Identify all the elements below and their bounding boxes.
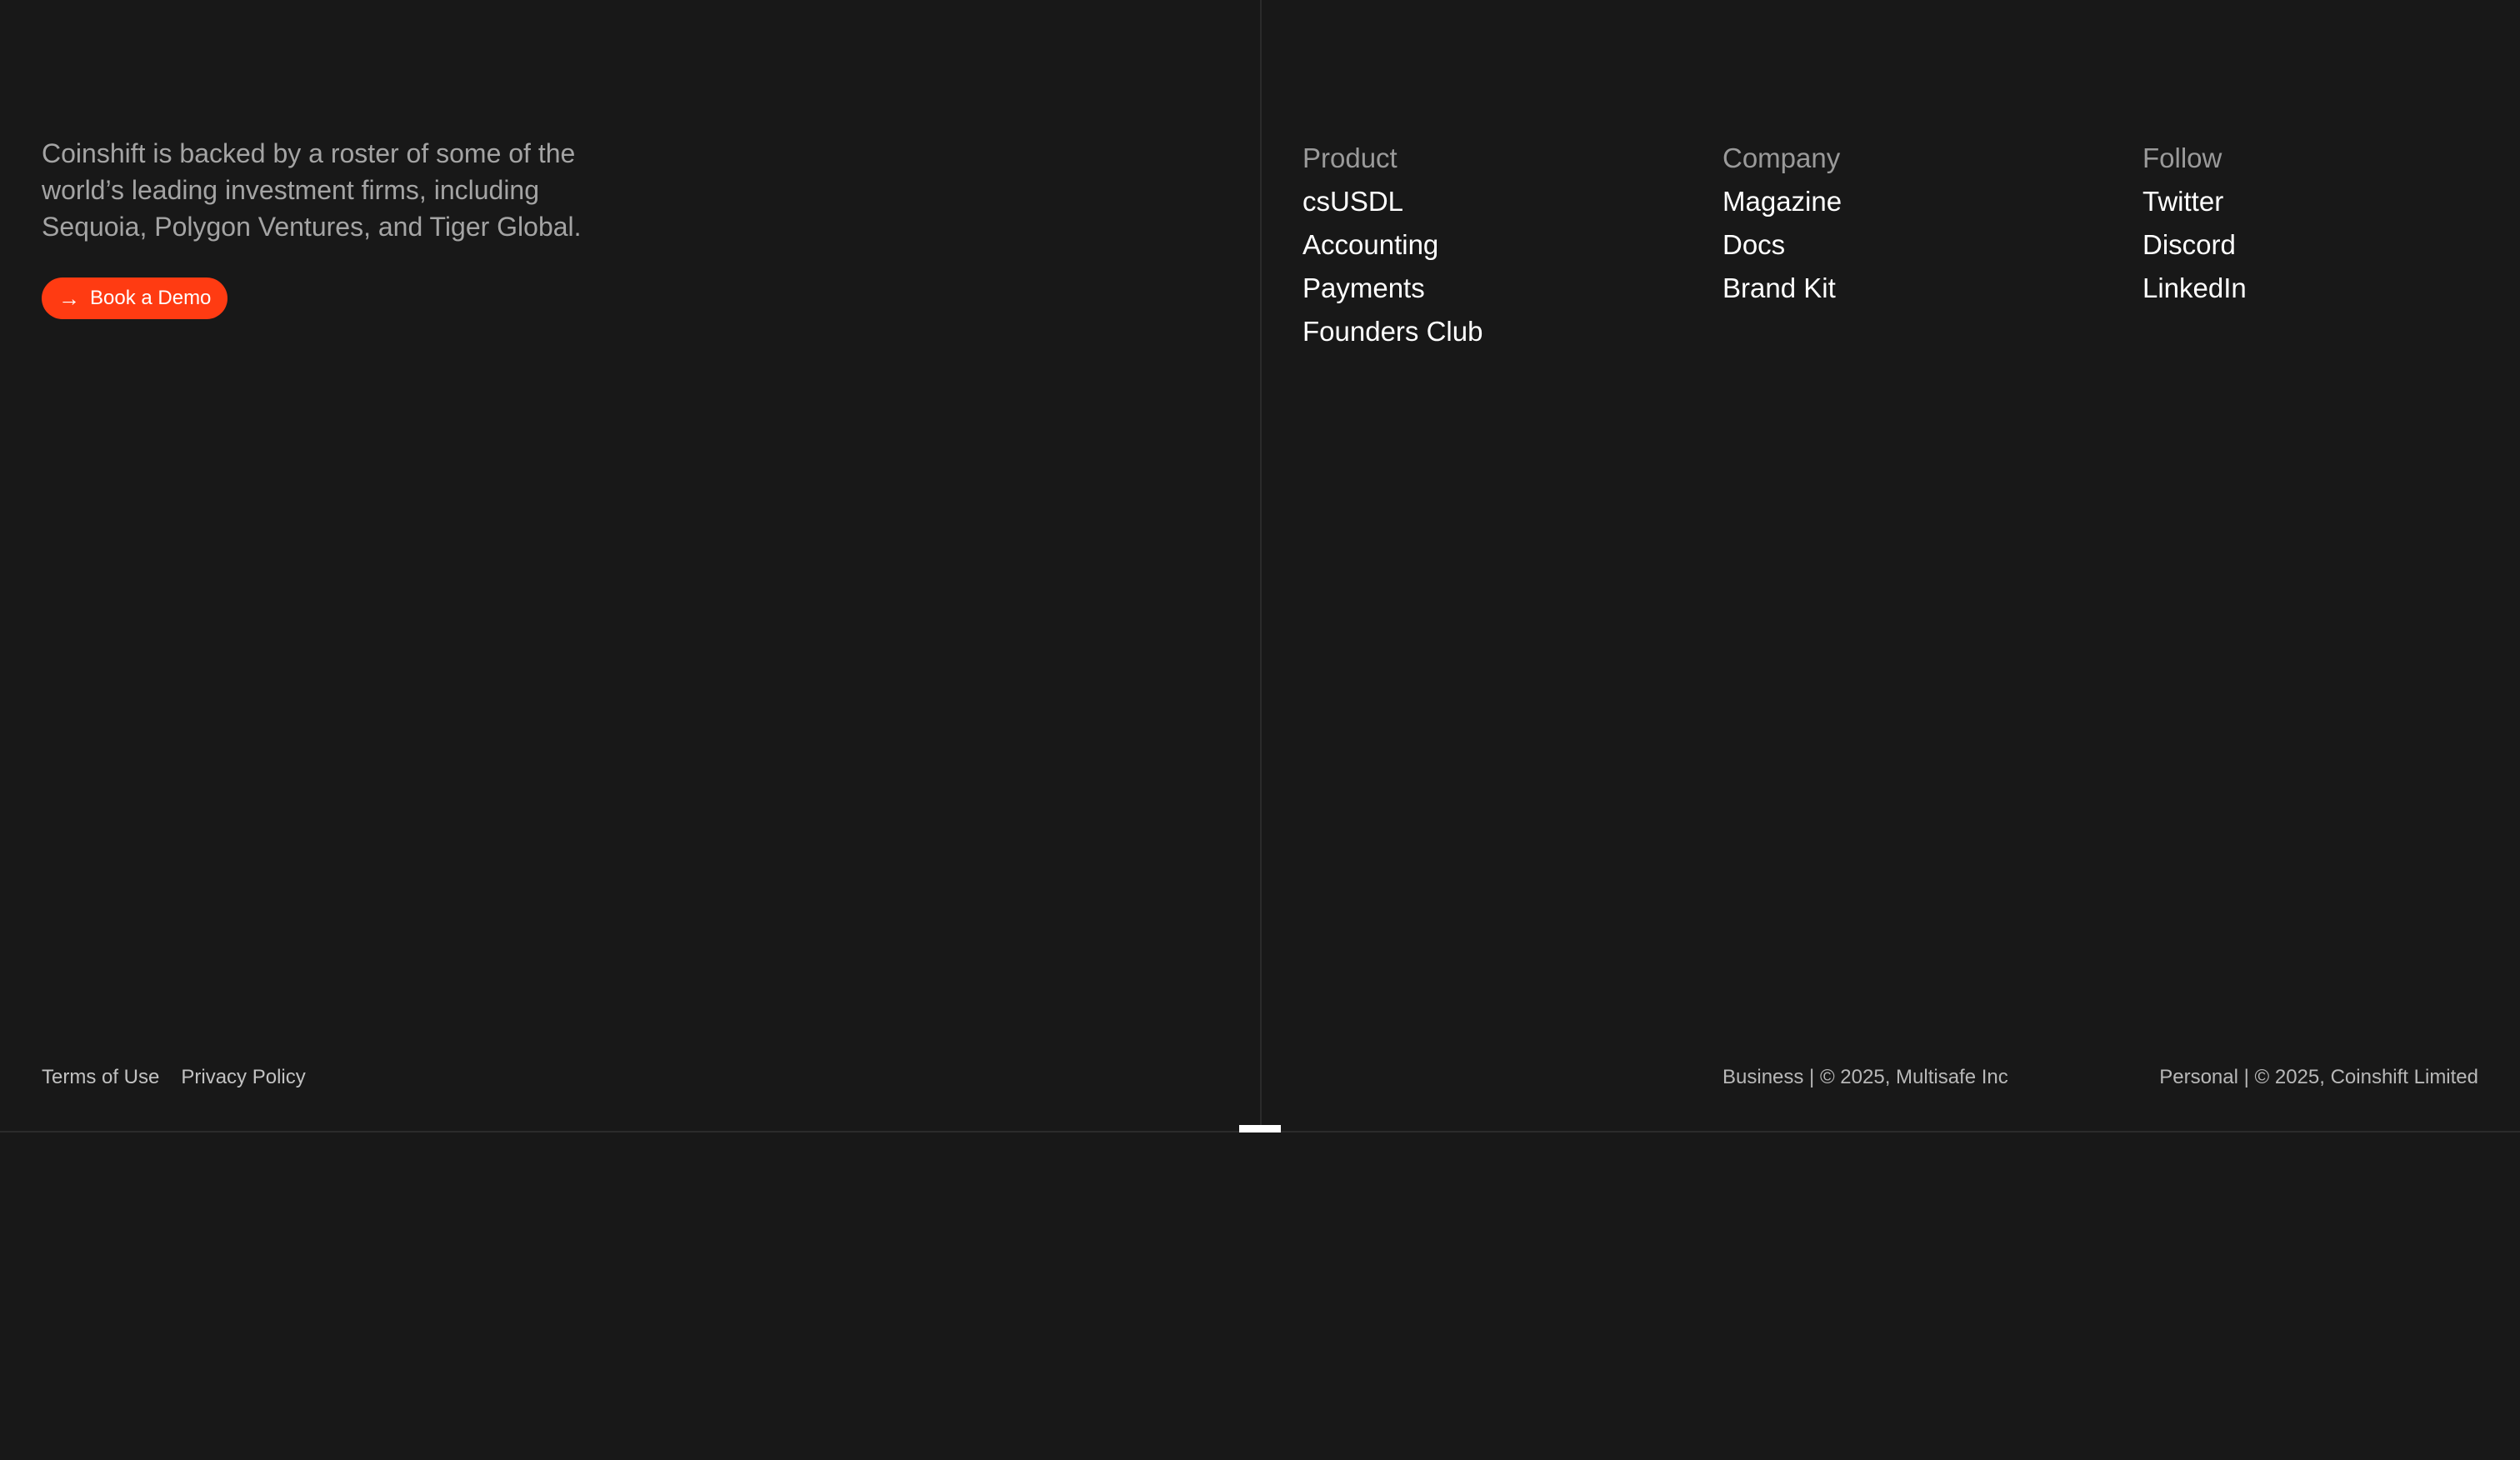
privacy-policy-link[interactable]: Privacy Policy xyxy=(181,1065,305,1090)
footer-link-founders-club[interactable]: Founders Club xyxy=(1302,310,1482,353)
vertical-divider xyxy=(1260,0,1262,1132)
footer-link-brand-kit[interactable]: Brand Kit xyxy=(1722,267,1842,310)
personal-copyright: Personal | © 2025, Coinshift Limited xyxy=(2159,1066,2478,1088)
footer-link-magazine[interactable]: Magazine xyxy=(1722,180,1842,223)
column-heading-follow: Follow xyxy=(2142,142,2222,173)
footer-link-docs[interactable]: Docs xyxy=(1722,223,1842,267)
investors-blurb: Coinshift is backed by a roster of some … xyxy=(42,138,582,242)
column-heading-product: Product xyxy=(1302,142,1398,173)
footer-link-payments[interactable]: Payments xyxy=(1302,267,1482,310)
footer-link-csusdl[interactable]: csUSDL xyxy=(1302,180,1482,223)
footer-column-follow: Follow Twitter Discord LinkedIn xyxy=(2142,137,2247,310)
footer-link-accounting[interactable]: Accounting xyxy=(1302,223,1482,267)
arrow-right-icon: → xyxy=(58,286,80,311)
footer-link-linkedin[interactable]: LinkedIn xyxy=(2142,267,2247,310)
book-demo-label: Book a Demo xyxy=(90,287,212,309)
business-copyright: Business | © 2025, Multisafe Inc xyxy=(1722,1066,2008,1088)
footer-column-product: Product csUSDL Accounting Payments Found… xyxy=(1302,137,1482,353)
column-heading-company: Company xyxy=(1722,142,1841,173)
footer-column-company: Company Magazine Docs Brand Kit xyxy=(1722,137,1842,310)
footer: Coinshift is backed by a roster of some … xyxy=(0,0,2520,1460)
book-demo-button[interactable]: → Book a Demo xyxy=(42,278,228,319)
footer-link-twitter[interactable]: Twitter xyxy=(2142,180,2247,223)
footer-link-discord[interactable]: Discord xyxy=(2142,223,2247,267)
scroll-marker xyxy=(1239,1125,1281,1132)
legal-links: Terms of Use Privacy Policy xyxy=(42,1065,306,1090)
terms-of-use-link[interactable]: Terms of Use xyxy=(42,1065,159,1090)
